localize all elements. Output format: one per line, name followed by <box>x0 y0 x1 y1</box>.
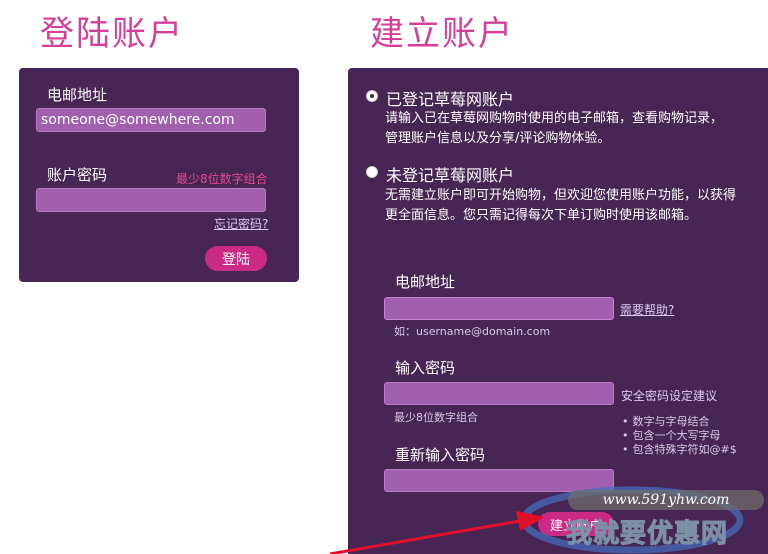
password-tip: 包含一个大写字母 <box>622 429 737 443</box>
watermark-brand: 我就要优惠网 <box>565 519 729 550</box>
login-email-input[interactable] <box>36 108 266 132</box>
register-password-input[interactable] <box>384 382 614 405</box>
option-unregistered-title: 未登记草莓网账户 <box>386 166 515 185</box>
password-tip: 包含特殊字符如@#$ <box>622 443 737 457</box>
radio-registered[interactable] <box>366 90 378 102</box>
login-password-rule: 最少8位数字组合 <box>176 172 268 186</box>
forgot-password-link[interactable]: 忘记密码? <box>214 215 268 232</box>
login-password-label: 账户密码 <box>47 166 108 184</box>
register-confirm-label: 重新输入密码 <box>395 446 486 464</box>
register-email-input[interactable] <box>384 297 614 320</box>
help-link[interactable]: 需要帮助? <box>620 301 674 318</box>
watermark-url: www.591yhw.com <box>568 490 764 510</box>
register-panel: 已登记草莓网账户 请输入已在草莓网购物时使用的电子邮箱，查看购物记录，管理账户信… <box>348 68 768 554</box>
login-heading: 登陆账户 <box>40 14 184 54</box>
radio-unregistered[interactable] <box>366 166 378 178</box>
option-registered-title: 已登记草莓网账户 <box>386 90 515 109</box>
login-panel: 电邮地址 账户密码 最少8位数字组合 忘记密码? 登陆 <box>19 68 299 282</box>
option-registered-description: 请输入已在草莓网购物时使用的电子邮箱，查看购物记录，管理账户信息以及分享/评论购… <box>385 111 724 146</box>
register-email-label: 电邮地址 <box>395 273 456 291</box>
register-heading: 建立账户 <box>370 14 514 54</box>
password-tips-title: 安全密码设定建议 <box>621 389 718 403</box>
password-tips-list: 数字与字母结合 包含一个大写字母 包含特殊字符如@#$ <box>622 415 737 457</box>
register-confirm-input[interactable] <box>384 469 614 492</box>
email-example: 如：username@domain.com <box>394 325 551 338</box>
login-password-input[interactable] <box>36 188 266 212</box>
login-button[interactable]: 登陆 <box>205 246 267 271</box>
password-tip: 数字与字母结合 <box>622 415 737 429</box>
option-unregistered-description: 无需建立账户即可开始购物，但欢迎您使用账户功能，以获得更全面信息。您只需记得每次… <box>385 188 737 223</box>
register-password-rule: 最少8位数字组合 <box>394 411 478 424</box>
register-password-label: 输入密码 <box>395 359 456 377</box>
login-email-label: 电邮地址 <box>47 86 108 104</box>
